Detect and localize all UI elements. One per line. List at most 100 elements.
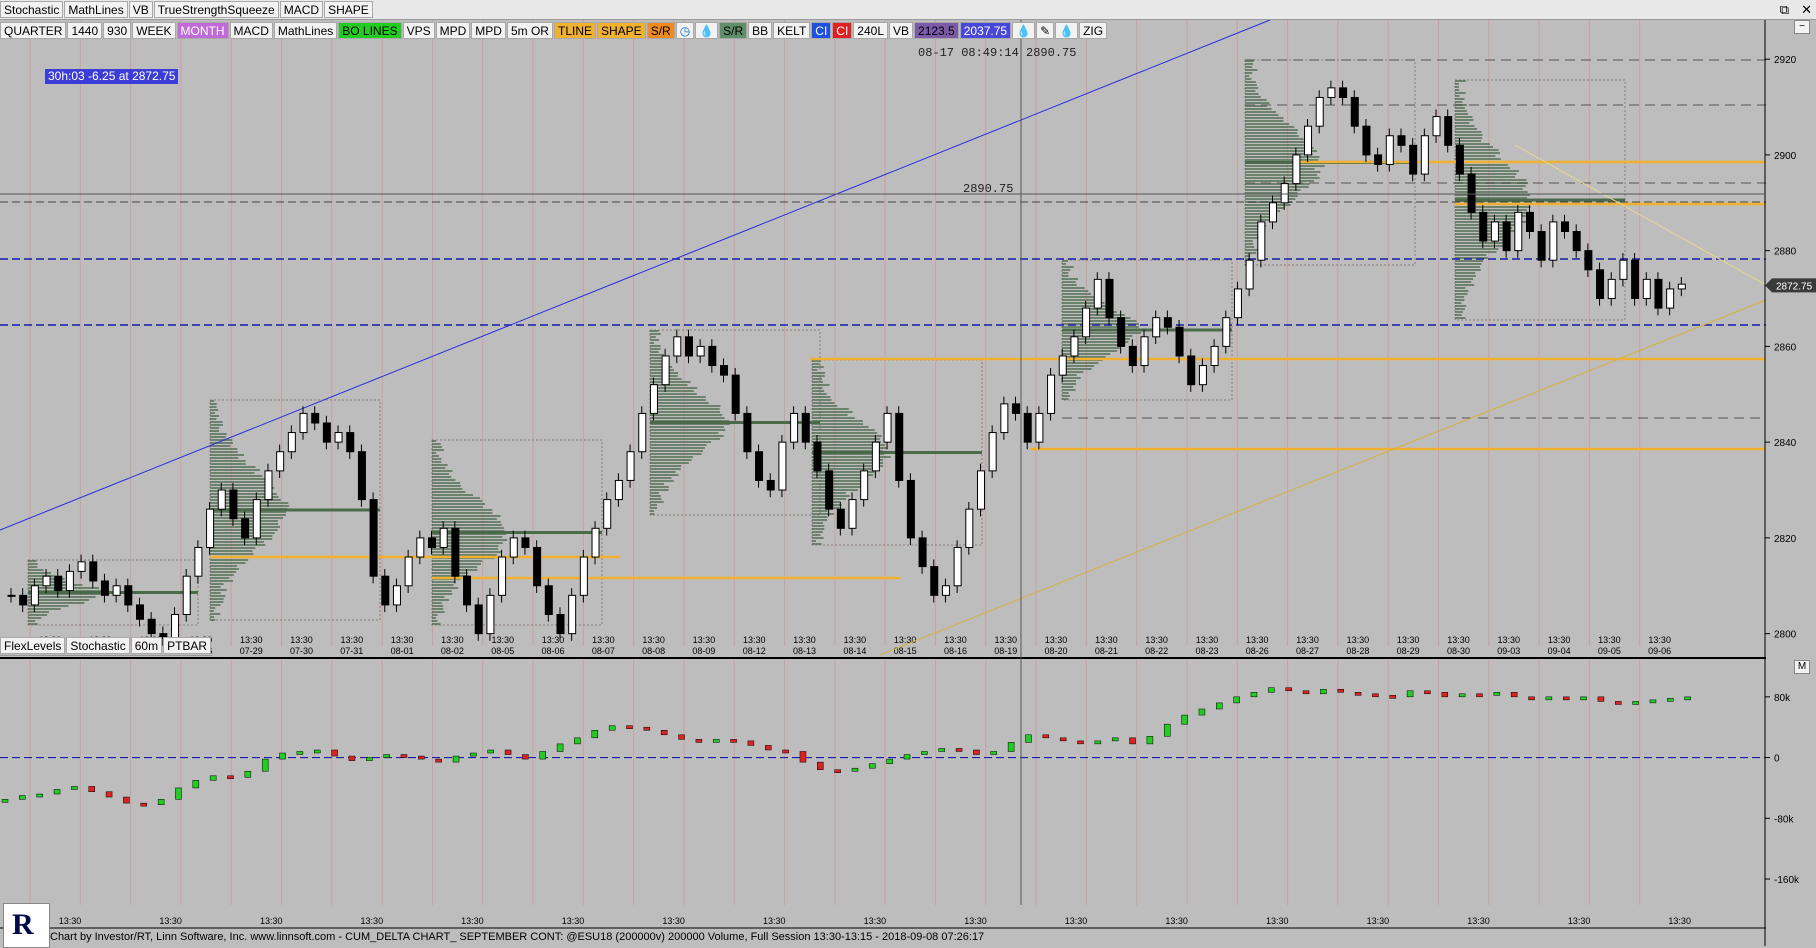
pane-marker[interactable]: M [1794, 660, 1810, 674]
delta-bar [1025, 735, 1031, 743]
profile-bar [432, 497, 480, 499]
date-tick-label: 08-09 [692, 646, 715, 656]
toolbar-button-28[interactable]: 💧 [1055, 22, 1078, 39]
profile-bar [28, 620, 35, 622]
delta-bar [661, 730, 667, 735]
pane-collapse-top[interactable]: − [1794, 20, 1810, 34]
profile-bar [812, 384, 830, 386]
indicator-button-shape[interactable]: SHAPE [324, 1, 373, 18]
delta-bar [37, 794, 43, 797]
toolbar-button-8[interactable]: VPS [403, 22, 435, 39]
profile-bar [1455, 272, 1475, 274]
profile-bar [1245, 138, 1304, 140]
profile-bar [1062, 398, 1068, 400]
last-price-label: 2872.75 [1776, 281, 1813, 292]
profile-bar [210, 601, 223, 603]
profile-bar [1245, 129, 1298, 131]
lower-toolbar-flexlevels[interactable]: FlexLevels [0, 637, 65, 654]
toolbar-button-11[interactable]: 5m OR [507, 22, 553, 39]
toolbar-button-18[interactable]: BB [748, 22, 772, 39]
profile-bar [1245, 120, 1284, 122]
profile-bar [210, 607, 215, 609]
profile-bar [812, 366, 824, 368]
profile-bar [650, 450, 703, 452]
lower-toolbar-stochastic[interactable]: Stochastic [66, 637, 129, 654]
indicator-button-vb[interactable]: VB [129, 1, 153, 18]
toolbar-button-5[interactable]: MACD [230, 22, 273, 39]
profile-bar [432, 467, 445, 469]
indicator-button-mathlines[interactable]: MathLines [64, 1, 127, 18]
candle-body [837, 509, 844, 528]
indicator-button-truestrengthsqueeze[interactable]: TrueStrengthSqueeze [154, 1, 279, 18]
profile-bar [28, 623, 38, 625]
toolbar-button-4[interactable]: MONTH [177, 22, 229, 39]
profile-bar [1455, 284, 1474, 286]
profile-bar [1455, 242, 1505, 244]
profile-bar [812, 486, 863, 488]
toolbar-button-20[interactable]: CI [811, 22, 831, 39]
toolbar-button-29[interactable]: ZIG [1079, 22, 1107, 39]
profile-bar [1455, 311, 1463, 313]
toolbar-button-19[interactable]: KELT [773, 22, 810, 39]
profile-bar [1245, 219, 1270, 221]
date-tick-label: 08-20 [1045, 646, 1068, 656]
toolbar-button-17[interactable]: S/R [719, 22, 747, 39]
toolbar-button-2[interactable]: 930 [103, 22, 131, 39]
time-tick-label: 13:30 [341, 635, 364, 645]
candle-body [1678, 284, 1685, 289]
toolbar-button-6[interactable]: MathLines [274, 22, 337, 39]
profile-bar [210, 562, 245, 564]
candle-body [101, 581, 108, 595]
profile-bar [812, 522, 823, 524]
lower-toolbar-ptbar[interactable]: PTBAR [163, 637, 211, 654]
toolbar-button-23[interactable]: VB [889, 22, 913, 39]
toolbar-button-22[interactable]: 240L [853, 22, 888, 39]
candle-body [849, 500, 856, 529]
toolbar-button-26[interactable]: 💧 [1012, 22, 1035, 39]
toolbar-button-24[interactable]: 2123.5 [914, 22, 959, 39]
profile-bar [210, 415, 219, 417]
toolbar-button-12[interactable]: TLINE [554, 22, 596, 39]
delta-time-tick-label: 13:30 [159, 916, 182, 926]
toolbar-button-25[interactable]: 2037.75 [960, 22, 1011, 39]
toolbar-button-21[interactable]: CI [832, 22, 852, 39]
candle-body [183, 576, 190, 614]
toolbar-button-13[interactable]: SHAPE [597, 22, 646, 39]
toolbar-button-14[interactable]: S/R [647, 22, 675, 39]
indicator-toolbar: Stochastic MathLines VB TrueStrengthSqueeze… [0, 0, 1816, 20]
chart-canvas[interactable]: 13:3007-2313:3013:3007-2413:3007-2513:30… [0, 0, 1816, 946]
indicator-button-macd[interactable]: MACD [280, 1, 323, 18]
candle-body [522, 538, 529, 548]
date-tick-label: 08-05 [491, 646, 514, 656]
toolbar-button-9[interactable]: MPD [436, 22, 471, 39]
profile-bar [1062, 356, 1106, 358]
time-tick-label: 13:30 [1095, 635, 1118, 645]
close-icon[interactable]: ✕ [1801, 2, 1812, 18]
profile-bar [650, 429, 725, 431]
indicator-button-stochastic[interactable]: Stochastic [0, 1, 63, 18]
toolbar-button-0[interactable]: QUARTER [0, 22, 66, 39]
delta-bar [1112, 738, 1118, 741]
toolbar-button-15[interactable]: ◷ [676, 22, 694, 39]
profile-bar [1062, 287, 1085, 289]
lower-toolbar-60m[interactable]: 60m [131, 637, 162, 654]
profile-bar [650, 330, 659, 332]
time-tick-label: 13:30 [793, 635, 816, 645]
restore-icon[interactable]: ⧉ [1780, 2, 1789, 18]
profile-bar [210, 595, 225, 597]
candle-body [580, 557, 587, 595]
toolbar-button-3[interactable]: WEEK [132, 22, 175, 39]
price-tick-label: 2800 [1774, 630, 1797, 641]
delta-bar [1442, 692, 1448, 697]
delta-bar [1078, 741, 1084, 744]
toolbar-button-27[interactable]: ✎ [1036, 22, 1054, 39]
candle-body [1503, 222, 1510, 251]
profile-bar [1455, 278, 1473, 280]
toolbar-button-7[interactable]: BO LINES [338, 22, 401, 39]
toolbar-button-1[interactable]: 1440 [67, 22, 102, 39]
candle-body [732, 375, 739, 413]
toolbar-button-16[interactable]: 💧 [695, 22, 718, 39]
profile-bar [650, 477, 671, 479]
profile-bar [210, 466, 256, 468]
toolbar-button-10[interactable]: MPD [471, 22, 506, 39]
